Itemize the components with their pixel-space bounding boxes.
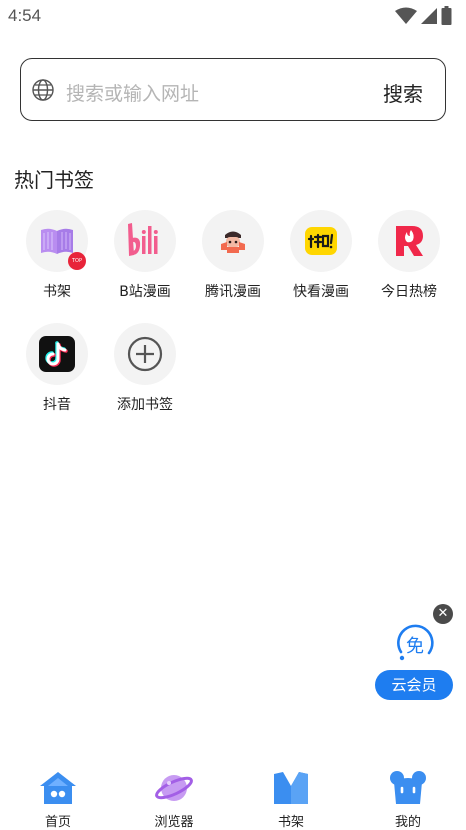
planet-icon bbox=[155, 775, 193, 801]
nav-item-bookshelf[interactable]: 书架 bbox=[246, 770, 336, 830]
nav-item-home[interactable]: 首页 bbox=[13, 770, 103, 830]
nav-label: 首页 bbox=[44, 815, 71, 830]
bookmark-add[interactable]: 添加书签 bbox=[101, 323, 189, 414]
bookmark-icon-wrap: TOP bbox=[26, 210, 88, 272]
bookmark-label: 腾讯漫画 bbox=[205, 284, 261, 300]
bookshelf-icon bbox=[274, 772, 308, 804]
bookmark-douyin[interactable]: 抖音 bbox=[13, 323, 101, 414]
nav-item-mine[interactable]: 我的 bbox=[363, 770, 453, 830]
bookmark-tencent-manga[interactable]: 腾讯漫画 bbox=[189, 210, 277, 301]
bookmark-label: B站漫画 bbox=[119, 284, 171, 300]
bookmark-label: 添加书签 bbox=[117, 397, 173, 413]
section-title: 热门书签 bbox=[14, 168, 94, 192]
free-icon[interactable]: 免 bbox=[393, 622, 437, 666]
cellular-icon bbox=[421, 8, 437, 24]
bookmark-bilibili-manga[interactable]: B站漫画 bbox=[101, 210, 189, 301]
search-bar[interactable]: 搜索或输入网址 搜索 bbox=[20, 58, 446, 121]
bookmark-icon-wrap bbox=[290, 210, 352, 272]
douyin-logo-icon bbox=[39, 336, 75, 372]
bookmark-label: 书架 bbox=[43, 284, 71, 300]
status-bar: 4:54 bbox=[0, 0, 466, 34]
home-icon bbox=[40, 772, 76, 804]
bookmark-icon-wrap bbox=[202, 210, 264, 272]
nav-label: 浏览器 bbox=[154, 815, 194, 830]
bookmark-label: 抖音 bbox=[43, 397, 71, 413]
bookmark-label: 快看漫画 bbox=[293, 284, 349, 300]
battery-icon bbox=[441, 6, 452, 25]
wifi-icon bbox=[395, 7, 417, 24]
bilibili-logo-icon bbox=[128, 223, 158, 256]
book-icon bbox=[41, 228, 73, 254]
close-icon[interactable]: ✕ bbox=[433, 604, 453, 624]
cloud-vip-button[interactable]: 云会员 bbox=[375, 670, 453, 700]
bookmark-icon-wrap bbox=[114, 210, 176, 272]
status-icons bbox=[395, 6, 452, 26]
bookmark-toutiao-hot[interactable]: 今日热榜 bbox=[365, 210, 453, 301]
search-button[interactable]: 搜索 bbox=[383, 78, 423, 107]
search-input[interactable]: 搜索或输入网址 bbox=[66, 79, 199, 106]
bookmark-icon-wrap bbox=[114, 323, 176, 385]
tencent-manga-icon bbox=[221, 231, 245, 253]
bottom-nav: 首页 浏览器 书架 我的 bbox=[0, 764, 466, 830]
add-circle-icon bbox=[127, 336, 163, 372]
bookmark-kuaikan-manga[interactable]: 快看漫画 bbox=[277, 210, 365, 301]
bookmark-icon-wrap bbox=[378, 210, 440, 272]
bookmark-label: 今日热榜 bbox=[381, 284, 437, 300]
kuaikan-logo-icon bbox=[305, 227, 337, 255]
hot-list-r-icon bbox=[396, 226, 423, 256]
globe-icon bbox=[32, 79, 54, 101]
nav-label: 我的 bbox=[394, 815, 421, 830]
status-time: 4:54 bbox=[8, 6, 42, 25]
bookmark-icon-wrap bbox=[26, 323, 88, 385]
top-badge: TOP bbox=[68, 252, 86, 270]
bookmark-bookshelf[interactable]: TOP 书架 bbox=[13, 210, 101, 301]
profile-icon bbox=[390, 771, 426, 804]
free-icon-text: 免 bbox=[406, 636, 424, 657]
nav-item-browser[interactable]: 浏览器 bbox=[129, 770, 219, 830]
nav-label: 书架 bbox=[277, 815, 304, 830]
